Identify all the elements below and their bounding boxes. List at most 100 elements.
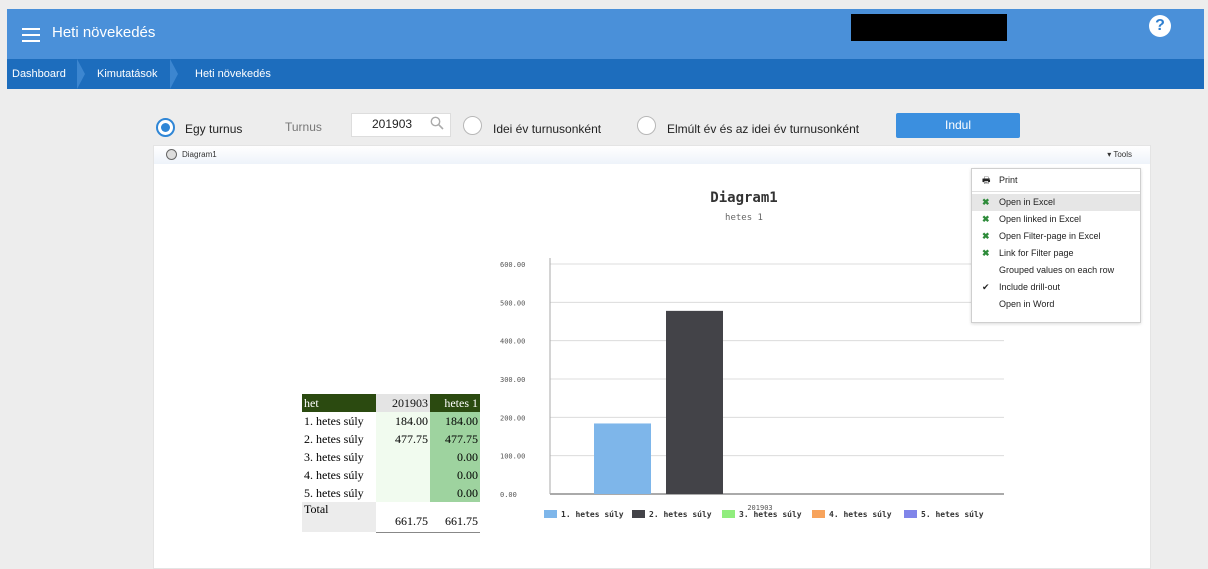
table-header-row: het 201903 hetes 1 bbox=[302, 394, 480, 412]
panel-header: Diagram1 ▾ Tools bbox=[154, 146, 1150, 164]
menu-item-open-word[interactable]: Open in Word bbox=[972, 296, 1140, 313]
app-title: Heti növekedés bbox=[52, 24, 156, 41]
legend-label: 1. hetes súly bbox=[561, 510, 624, 519]
pivot-table: het 201903 hetes 1 1. hetes súly 184.00 … bbox=[302, 394, 480, 533]
excel-icon: ✖ bbox=[982, 248, 990, 258]
row-label: 1. hetes súly bbox=[304, 413, 364, 428]
y-tick-label: 200.00 bbox=[500, 414, 525, 422]
legend-label: 3. hetes súly bbox=[739, 510, 802, 519]
total-value: 661.75 bbox=[376, 502, 430, 533]
user-name-redacted bbox=[851, 14, 1007, 41]
row-value: 477.75 bbox=[376, 430, 430, 448]
diagram-panel: Diagram1 ▾ Tools het 201903 hetes 1 1. h… bbox=[153, 145, 1151, 569]
legend-swatch bbox=[544, 510, 557, 518]
breadcrumb-separator bbox=[170, 59, 178, 89]
header-het: het bbox=[302, 394, 376, 412]
chart-subtitle: hetes 1 bbox=[725, 213, 763, 223]
legend-swatch bbox=[812, 510, 825, 518]
table-total-row: Total 661.75 661.75 bbox=[302, 502, 480, 533]
breadcrumb-current: Heti növekedés bbox=[195, 68, 271, 80]
bar-1-hetes-s-ly bbox=[594, 423, 651, 494]
y-tick-label: 400.00 bbox=[500, 338, 525, 346]
legend-label: 2. hetes súly bbox=[649, 510, 712, 519]
legend-swatch bbox=[904, 510, 917, 518]
legend-label: 5. hetes súly bbox=[921, 510, 984, 519]
menu-item-link-filter[interactable]: ✖ Link for Filter page bbox=[972, 245, 1140, 262]
chart-title: Diagram1 bbox=[710, 190, 777, 206]
main-content: Egy turnus Turnus 201903 Idei év turnuso… bbox=[7, 89, 1204, 569]
legend-swatch bbox=[632, 510, 645, 518]
checkmark-icon: ✔ bbox=[982, 282, 990, 292]
table-row: 4. hetes súly 0.00 bbox=[302, 466, 480, 484]
y-tick-label: 0.00 bbox=[500, 491, 517, 499]
breadcrumb-separator bbox=[77, 59, 85, 89]
breadcrumb-dashboard[interactable]: Dashboard bbox=[12, 59, 66, 89]
legend-swatch bbox=[722, 510, 735, 518]
total-grand: 661.75 bbox=[430, 502, 480, 533]
bar-chart: Diagram1 hetes 1 0.00 100.00 200.00 300.00 4… bbox=[500, 190, 1004, 519]
row-value bbox=[376, 448, 430, 466]
menu-item-include-drill-out[interactable]: ✔ Include drill-out bbox=[972, 279, 1140, 296]
row-total: 477.75 bbox=[430, 430, 480, 448]
total-label: Total bbox=[302, 502, 376, 532]
table-row: 3. hetes súly 0.00 bbox=[302, 448, 480, 466]
row-total: 0.00 bbox=[430, 466, 480, 484]
breadcrumb-kimutatasok[interactable]: Kimutatások bbox=[97, 59, 158, 89]
turnus-label: Turnus bbox=[285, 120, 322, 134]
help-button[interactable]: ? bbox=[1149, 15, 1171, 37]
row-label: 3. hetes súly bbox=[304, 449, 364, 464]
label-elmult-ev: Elmúlt év és az idei év turnusonként bbox=[667, 122, 860, 136]
run-button[interactable]: Indul bbox=[896, 113, 1020, 138]
bar-2-hetes-s-ly bbox=[666, 310, 723, 494]
row-label: 5. hetes súly bbox=[304, 485, 364, 500]
menu-item-open-filter-excel[interactable]: ✖ Open Filter-page in Excel bbox=[972, 228, 1140, 245]
menu-item-print[interactable]: 🖶 Print bbox=[972, 172, 1140, 189]
legend-label: 4. hetes súly bbox=[829, 510, 892, 519]
y-tick-label: 600.00 bbox=[500, 261, 525, 269]
y-tick-label: 100.00 bbox=[500, 453, 525, 461]
menu-item-grouped-values[interactable]: Grouped values on each row bbox=[972, 262, 1140, 279]
row-label: 4. hetes súly bbox=[304, 467, 364, 482]
printer-icon: 🖶 bbox=[982, 175, 991, 185]
menu-item-open-excel[interactable]: ✖ Open in Excel bbox=[972, 194, 1140, 211]
y-tick-label: 500.00 bbox=[500, 299, 525, 307]
header-201903: 201903 bbox=[376, 394, 430, 412]
menu-item-label: Include drill-out bbox=[999, 282, 1061, 292]
menu-item-label: Grouped values on each row bbox=[999, 265, 1115, 275]
label-egy-turnus: Egy turnus bbox=[185, 122, 243, 136]
panel-title: Diagram1 bbox=[182, 150, 217, 159]
menu-item-label: Link for Filter page bbox=[999, 248, 1074, 258]
table-row: 5. hetes súly 0.00 bbox=[302, 484, 480, 502]
search-icon[interactable] bbox=[430, 116, 444, 130]
row-label: 2. hetes súly bbox=[304, 431, 364, 446]
menu-item-open-linked-excel[interactable]: ✖ Open linked in Excel bbox=[972, 211, 1140, 228]
table-row: 2. hetes súly 477.75 477.75 bbox=[302, 430, 480, 448]
row-total: 0.00 bbox=[430, 484, 480, 502]
menu-item-label: Open in Excel bbox=[999, 197, 1056, 207]
diagram-icon bbox=[166, 149, 177, 160]
menu-item-label: Print bbox=[999, 175, 1018, 185]
radio-elmult-ev[interactable] bbox=[637, 116, 656, 135]
tools-menu: 🖶 Print ✖ Open in Excel ✖ Open linked in… bbox=[971, 168, 1141, 323]
row-value bbox=[376, 484, 430, 502]
app-header: Heti növekedés ? bbox=[7, 9, 1204, 59]
hamburger-menu-icon[interactable] bbox=[22, 28, 40, 42]
menu-separator bbox=[972, 191, 1140, 192]
row-value bbox=[376, 466, 430, 484]
header-hetes-1: hetes 1 bbox=[430, 394, 480, 412]
menu-item-label: Open linked in Excel bbox=[999, 214, 1082, 224]
excel-icon: ✖ bbox=[982, 231, 990, 241]
row-total: 0.00 bbox=[430, 448, 480, 466]
table-row: 1. hetes súly 184.00 184.00 bbox=[302, 412, 480, 430]
tools-dropdown[interactable]: ▾ Tools bbox=[1107, 150, 1132, 159]
breadcrumb: Dashboard Kimutatások Heti növekedés bbox=[7, 59, 1204, 89]
row-value: 184.00 bbox=[376, 412, 430, 430]
radio-idei-ev[interactable] bbox=[463, 116, 482, 135]
y-tick-label: 300.00 bbox=[500, 376, 525, 384]
menu-item-label: Open in Word bbox=[999, 299, 1055, 309]
menu-item-label: Open Filter-page in Excel bbox=[999, 231, 1101, 241]
excel-icon: ✖ bbox=[982, 214, 990, 224]
excel-icon: ✖ bbox=[982, 197, 990, 207]
radio-egy-turnus[interactable] bbox=[156, 118, 175, 137]
label-idei-ev: Idei év turnusonként bbox=[493, 122, 602, 136]
